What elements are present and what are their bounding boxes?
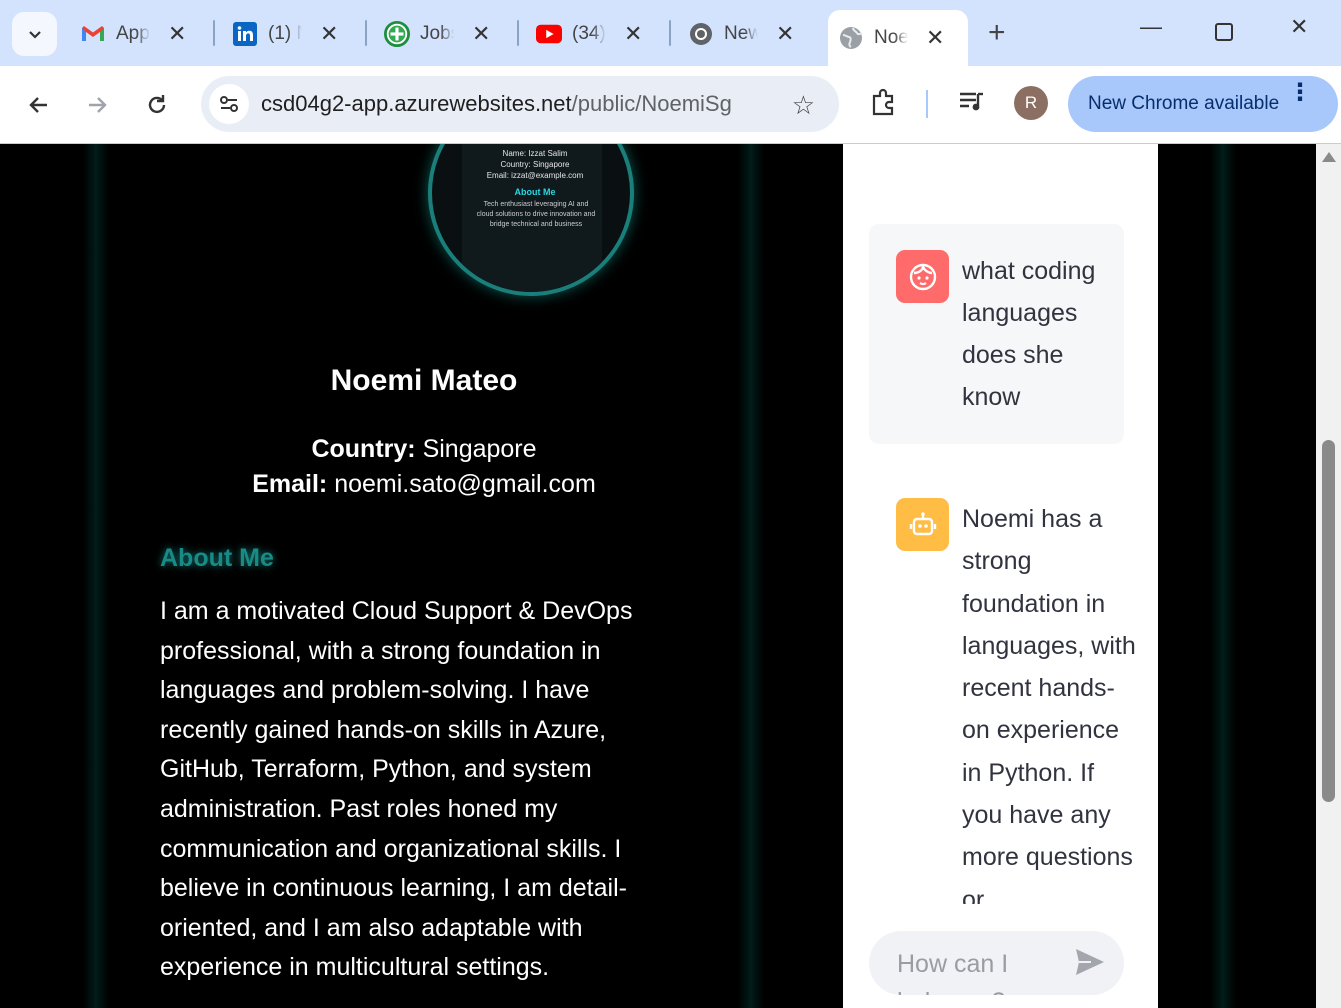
toolbar-divider — [926, 90, 928, 118]
about-me-heading: About Me — [160, 544, 274, 572]
back-button[interactable] — [22, 88, 56, 122]
tab-noemi-active[interactable]: Noe ✕ — [828, 10, 968, 66]
address-bar[interactable]: csd04g2-app.azurewebsites.net/public/Noe… — [201, 76, 839, 132]
reload-button[interactable] — [140, 88, 174, 122]
back-arrow-icon — [29, 97, 47, 113]
chrome-icon — [688, 21, 714, 47]
tab-title: (34) — [572, 23, 606, 44]
url-host: csd04g2-app.azurewebsites.net — [261, 91, 572, 116]
chat-input-placeholder: How can I help you? — [897, 950, 1009, 995]
forward-arrow-icon — [89, 97, 107, 113]
url-text[interactable]: csd04g2-app.azurewebsites.net/public/Noe… — [261, 91, 761, 117]
photo-name-line: Name: Izzat Salim — [502, 149, 568, 158]
photo-country-line: Country: Singapore — [500, 160, 570, 169]
close-icon[interactable]: ✕ — [168, 21, 186, 47]
profile-avatar[interactable]: R — [1014, 86, 1048, 120]
forward-button[interactable] — [80, 88, 114, 122]
tab-new-tab[interactable]: New ✕ — [678, 12, 804, 56]
country-line: Country: Singapore — [110, 435, 738, 464]
page-scrollbar[interactable] — [1316, 144, 1341, 1008]
close-icon[interactable]: ✕ — [320, 21, 338, 47]
tab-youtube[interactable]: (34) ✕ — [526, 12, 652, 56]
youtube-icon — [536, 21, 562, 47]
email-value[interactable]: noemi.sato@gmail.com — [334, 470, 596, 498]
browser-toolbar: csd04g2-app.azurewebsites.net/public/Noe… — [0, 66, 1341, 144]
tab-strip: App ✕ (1) N ✕ Jobs ✕ (34) ✕ New ✕ — [0, 0, 1341, 66]
tab-divider — [517, 20, 519, 46]
url-path: /public/NoemiSg — [571, 91, 732, 116]
bot-message-text: Noemi has a strong foundation in languag… — [962, 505, 1136, 904]
profile-card: Name: Izzat Salim Country: Singapore Ema… — [110, 144, 738, 1008]
send-icon — [1076, 949, 1104, 975]
about-me-text: I am a motivated Cloud Support & DevOps … — [160, 597, 633, 982]
close-icon[interactable]: ✕ — [624, 21, 642, 47]
tab-divider — [365, 20, 367, 46]
chat-input-field[interactable]: How can I help you? — [869, 931, 1124, 995]
scrollbar-thumb[interactable] — [1322, 440, 1335, 802]
chat-panel: what coding languages does she know Noem… — [843, 144, 1158, 1008]
update-label: New Chrome available — [1088, 93, 1280, 114]
linkedin-icon — [232, 21, 258, 47]
extensions-icon[interactable] — [870, 88, 898, 121]
tab-gmail[interactable]: App ✕ — [70, 12, 196, 56]
scroll-up-arrow-icon[interactable] — [1322, 152, 1336, 162]
minimize-icon[interactable]: — — [1140, 14, 1162, 40]
email-label: Email: — [252, 470, 328, 498]
tab-title: (1) N — [268, 23, 302, 44]
window-close-icon[interactable]: ✕ — [1290, 14, 1308, 40]
bot-avatar-icon — [896, 498, 949, 551]
close-icon[interactable]: ✕ — [472, 21, 490, 47]
photo-about-title: About Me — [514, 187, 556, 197]
photo-about-text: Tech enthusiast leveraging AI and cloud … — [476, 201, 596, 228]
send-button[interactable] — [1074, 947, 1106, 982]
gmail-icon — [80, 21, 106, 47]
globe-icon — [838, 25, 864, 51]
jobs-icon — [384, 21, 410, 47]
tab-title: Jobs — [420, 23, 454, 44]
tab-search-button[interactable] — [12, 12, 57, 56]
tab-linkedin[interactable]: (1) N ✕ — [222, 12, 348, 56]
maximize-icon[interactable] — [1214, 22, 1234, 48]
close-icon[interactable]: ✕ — [776, 21, 794, 47]
close-icon[interactable]: ✕ — [926, 25, 944, 51]
reload-icon — [148, 95, 166, 114]
user-message-text: what coding languages does she know — [962, 257, 1096, 411]
country-label: Country: — [311, 435, 416, 463]
chevron-down-icon — [28, 31, 41, 39]
tab-title: Noe — [874, 27, 908, 48]
user-avatar-icon — [896, 250, 949, 303]
email-line: Email: noemi.sato@gmail.com — [110, 470, 738, 499]
country-value: Singapore — [422, 435, 537, 463]
bookmark-star-icon[interactable]: ☆ — [792, 90, 815, 121]
new-tab-button[interactable]: + — [988, 16, 1006, 50]
tab-title: App — [116, 23, 150, 44]
user-message: what coding languages does she know — [869, 224, 1124, 444]
more-vert-icon[interactable]: ⋮ — [1288, 81, 1312, 105]
background-glow — [738, 144, 764, 1008]
media-control-icon[interactable] — [958, 90, 986, 119]
tab-title: New — [724, 23, 758, 44]
background-glow — [83, 144, 109, 1008]
page-viewport: Name: Izzat Salim Country: Singapore Ema… — [0, 144, 1341, 1008]
tab-divider — [669, 20, 671, 46]
profile-photo: Name: Izzat Salim Country: Singapore Ema… — [428, 144, 634, 296]
profile-name: Noemi Mateo — [330, 364, 518, 397]
background-glow — [1210, 144, 1236, 1008]
new-chrome-available-button[interactable]: New Chrome available ⋮ — [1068, 76, 1338, 132]
tab-divider — [213, 20, 215, 46]
tab-jobs[interactable]: Jobs ✕ — [374, 12, 500, 56]
tune-icon — [220, 96, 238, 112]
photo-email-line: Email: izzat@example.com — [486, 171, 584, 180]
site-info-button[interactable] — [209, 84, 249, 124]
